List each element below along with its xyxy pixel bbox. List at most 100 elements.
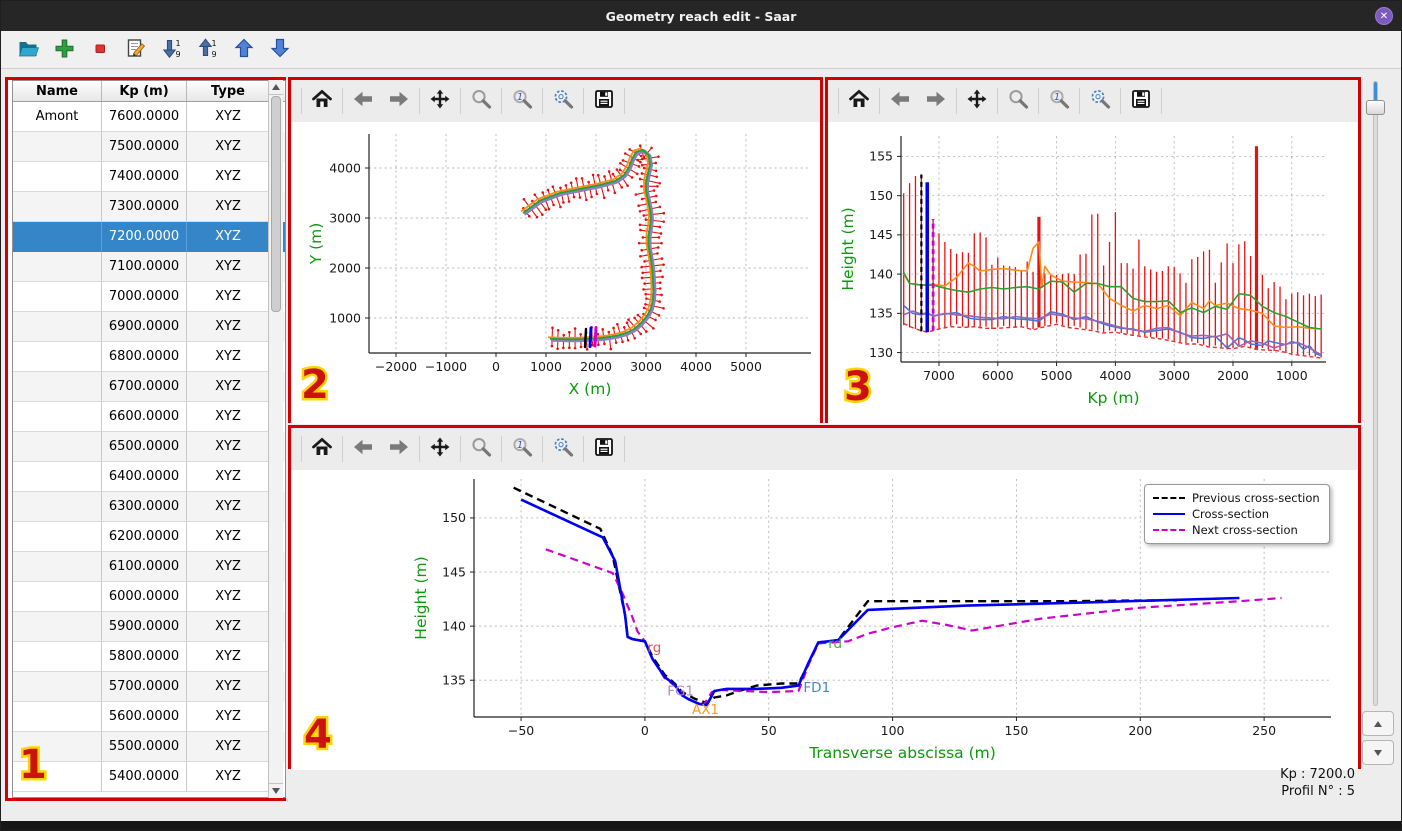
table-row[interactable]: 7000.0000 XYZ — [13, 282, 285, 312]
cross-section-plot[interactable]: −50 0 50 100 150 200 250 135 140 145 150 Transverse… — [291, 470, 1358, 770]
cell-name[interactable] — [13, 462, 102, 492]
plan-view-plot[interactable]: −2000 −1000 0 1000 2000 3000 4000 5000 1000 2000 3… — [291, 122, 820, 424]
cell-type[interactable]: XYZ — [187, 372, 270, 402]
zoom-one-button[interactable]: 1 — [504, 86, 540, 116]
cell-kp[interactable]: 6100.0000 — [102, 552, 187, 582]
cell-kp[interactable]: 6600.0000 — [102, 402, 187, 432]
close-button[interactable]: ✕ — [1375, 7, 1393, 25]
cell-kp[interactable]: 6400.0000 — [102, 462, 187, 492]
table-row[interactable]: 5400.0000 XYZ — [13, 762, 285, 792]
cell-type[interactable]: XYZ — [187, 162, 270, 192]
cell-kp[interactable]: 7600.0000 — [102, 102, 187, 132]
cell-name[interactable] — [13, 492, 102, 522]
column-header-kp[interactable]: Kp (m) — [102, 81, 187, 101]
table-row[interactable]: 6900.0000 XYZ — [13, 312, 285, 342]
cell-type[interactable]: XYZ — [187, 672, 270, 702]
cell-type[interactable]: XYZ — [187, 762, 270, 792]
long-profile-canvas[interactable]: 7000 6000 5000 4000 3000 2000 1000 130 135 140 145… — [828, 122, 1358, 420]
cell-type[interactable]: XYZ — [187, 702, 270, 732]
cell-name[interactable] — [13, 432, 102, 462]
home-button[interactable] — [841, 86, 877, 116]
zoom-button[interactable] — [463, 86, 499, 116]
save-button[interactable] — [586, 86, 622, 116]
back-button[interactable] — [882, 86, 918, 116]
zoom-one-button[interactable]: 1 — [504, 434, 540, 464]
cell-kp[interactable]: 6300.0000 — [102, 492, 187, 522]
zoom-fit-button[interactable] — [545, 86, 581, 116]
table-row[interactable]: 6000.0000 XYZ — [13, 582, 285, 612]
cell-kp[interactable]: 6700.0000 — [102, 372, 187, 402]
save-button[interactable] — [1123, 86, 1159, 116]
move-up-button[interactable] — [231, 37, 257, 63]
cell-name[interactable] — [13, 132, 102, 162]
cell-name[interactable] — [13, 402, 102, 432]
table-row[interactable]: 6800.0000 XYZ — [13, 342, 285, 372]
cell-name[interactable] — [13, 372, 102, 402]
cell-type[interactable]: XYZ — [187, 222, 270, 252]
zoom-fit-button[interactable] — [1082, 86, 1118, 116]
pan-button[interactable] — [422, 434, 458, 464]
cell-name[interactable] — [13, 252, 102, 282]
cell-name[interactable] — [13, 282, 102, 312]
table-row[interactable]: 5600.0000 XYZ — [13, 702, 285, 732]
cell-type[interactable]: XYZ — [187, 612, 270, 642]
cell-type[interactable]: XYZ — [187, 312, 270, 342]
cell-kp[interactable]: 5900.0000 — [102, 612, 187, 642]
cell-type[interactable]: XYZ — [187, 282, 270, 312]
table-row[interactable]: 6400.0000 XYZ — [13, 462, 285, 492]
table-row[interactable]: 6100.0000 XYZ — [13, 552, 285, 582]
profile-down-button[interactable] — [1362, 740, 1394, 765]
cell-kp[interactable]: 7100.0000 — [102, 252, 187, 282]
cell-type[interactable]: XYZ — [187, 492, 270, 522]
home-button[interactable] — [304, 86, 340, 116]
pan-button[interactable] — [959, 86, 995, 116]
profile-slider-track[interactable] — [1373, 81, 1378, 706]
cell-kp[interactable]: 6200.0000 — [102, 522, 187, 552]
table-row[interactable]: 6600.0000 XYZ — [13, 402, 285, 432]
table-row[interactable]: 5500.0000 XYZ — [13, 732, 285, 762]
zoom-one-button[interactable]: 1 — [1041, 86, 1077, 116]
cell-kp[interactable]: 6000.0000 — [102, 582, 187, 612]
cell-kp[interactable]: 7300.0000 — [102, 192, 187, 222]
forward-button[interactable] — [381, 86, 417, 116]
cell-name[interactable] — [13, 672, 102, 702]
cell-kp[interactable]: 5500.0000 — [102, 732, 187, 762]
cell-type[interactable]: XYZ — [187, 552, 270, 582]
cell-type[interactable]: XYZ — [187, 342, 270, 372]
zoom-button[interactable] — [1000, 86, 1036, 116]
pan-button[interactable] — [422, 86, 458, 116]
cell-name[interactable] — [13, 522, 102, 552]
table-row[interactable]: 6300.0000 XYZ — [13, 492, 285, 522]
cell-kp[interactable]: 5400.0000 — [102, 762, 187, 792]
table-row[interactable]: 6200.0000 XYZ — [13, 522, 285, 552]
table-row[interactable]: 5900.0000 XYZ — [13, 612, 285, 642]
home-button[interactable] — [304, 434, 340, 464]
table-row[interactable]: 5700.0000 XYZ — [13, 672, 285, 702]
cell-kp[interactable]: 7500.0000 — [102, 132, 187, 162]
table-row[interactable]: 7100.0000 XYZ — [13, 252, 285, 282]
cell-kp[interactable]: 7200.0000 — [102, 222, 187, 252]
table-row[interactable]: Amont 7600.0000 XYZ — [13, 102, 285, 132]
cell-kp[interactable]: 6900.0000 — [102, 312, 187, 342]
cell-name[interactable] — [13, 552, 102, 582]
cell-name[interactable]: Amont — [13, 102, 102, 132]
add-profile-button[interactable] — [51, 37, 77, 63]
cell-kp[interactable]: 7000.0000 — [102, 282, 187, 312]
cell-kp[interactable]: 6800.0000 — [102, 342, 187, 372]
table-row[interactable]: 5800.0000 XYZ — [13, 642, 285, 672]
cell-kp[interactable]: 5600.0000 — [102, 702, 187, 732]
cell-name[interactable] — [13, 642, 102, 672]
table-row[interactable]: 6700.0000 XYZ — [13, 372, 285, 402]
table-row[interactable]: 7200.0000 XYZ — [13, 222, 285, 252]
profile-up-button[interactable] — [1362, 711, 1394, 736]
cell-type[interactable]: XYZ — [187, 102, 270, 132]
table-row[interactable]: 6500.0000 XYZ — [13, 432, 285, 462]
table-row[interactable]: 7400.0000 XYZ — [13, 162, 285, 192]
save-button[interactable] — [586, 434, 622, 464]
open-file-button[interactable] — [15, 37, 41, 63]
back-button[interactable] — [345, 86, 381, 116]
scrollbar-thumb[interactable] — [271, 96, 281, 312]
cell-kp[interactable]: 5700.0000 — [102, 672, 187, 702]
cell-type[interactable]: XYZ — [187, 252, 270, 282]
long-profile-plot[interactable]: 7000 6000 5000 4000 3000 2000 1000 130 135 140 145… — [828, 122, 1358, 424]
